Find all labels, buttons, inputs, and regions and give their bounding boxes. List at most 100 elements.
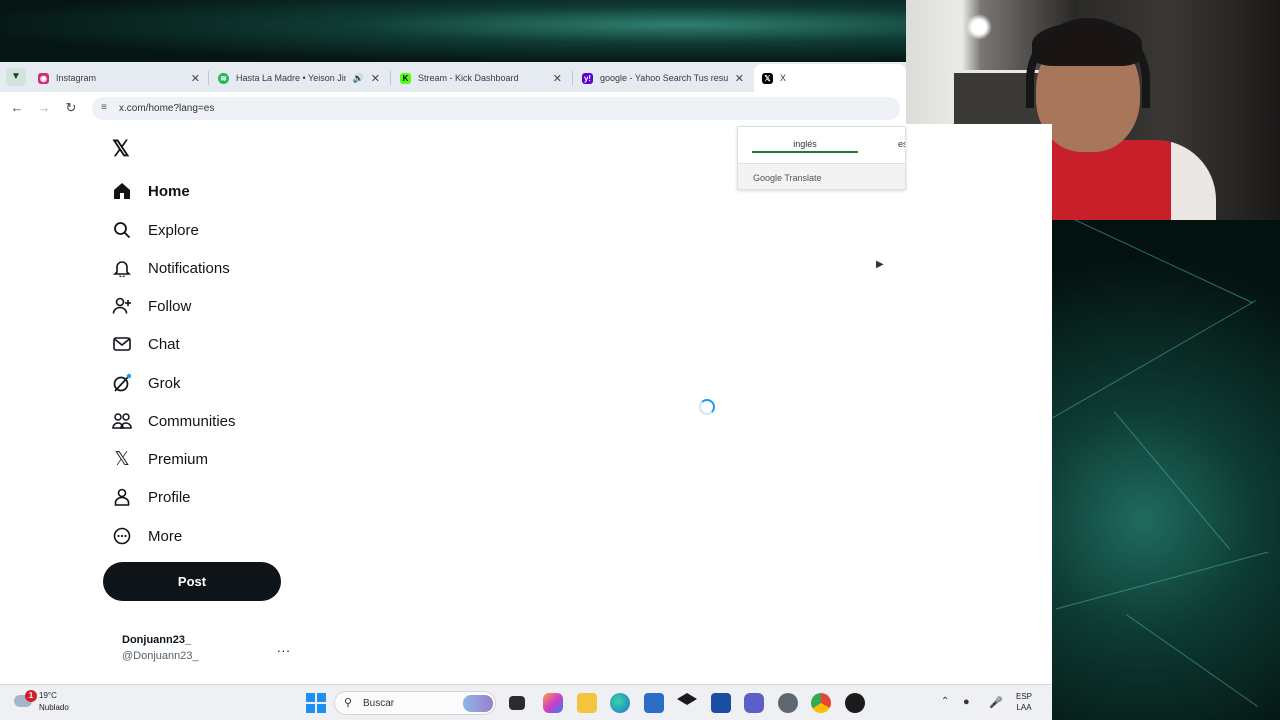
notification-badge: 1: [25, 690, 37, 702]
more-circle-icon: [112, 526, 132, 546]
tab-yahoo[interactable]: y! google - Yahoo Search Tus resultados …: [574, 64, 750, 92]
tab-kick[interactable]: K Stream - Kick Dashboard ✕: [392, 64, 568, 92]
speaker-icon[interactable]: 🔊: [353, 73, 364, 84]
language-indicator[interactable]: ESP LAA: [1016, 691, 1032, 713]
follow-icon: [112, 296, 132, 316]
browser-toolbar: ← → ↻ ≡ x.com/home?lang=es: [0, 92, 906, 124]
tab-label: Stream - Kick Dashboard: [418, 73, 519, 83]
forward-icon[interactable]: →: [36, 100, 52, 116]
bell-icon: [112, 258, 132, 278]
person-icon: [112, 487, 132, 507]
tab-label: X: [780, 73, 787, 83]
task-view-icon[interactable]: [509, 696, 525, 710]
google-translate-popup: inglés es Google Translate: [737, 126, 906, 190]
url-text[interactable]: x.com/home?lang=es: [119, 103, 214, 114]
kick-icon: K: [400, 72, 411, 84]
tab-separator: [572, 71, 573, 85]
nav-label: Profile: [148, 488, 191, 506]
nav-label: Notifications: [148, 259, 230, 277]
loading-spinner: [699, 399, 715, 415]
translate-footer: Google Translate: [738, 163, 905, 189]
search-placeholder: Buscar: [363, 698, 395, 709]
chevron-up-icon[interactable]: ⌃: [941, 696, 949, 707]
nav-profile[interactable]: Profile: [112, 480, 191, 514]
translate-target-tab[interactable]: es: [898, 139, 905, 149]
translate-brand: Google Translate: [753, 173, 822, 183]
nav-label: Premium: [148, 450, 209, 468]
weather-condition: Nublado: [39, 703, 69, 712]
taskbar-search[interactable]: ⚲ Buscar: [334, 691, 496, 715]
settings-gear-icon[interactable]: [778, 693, 798, 713]
nav-communities[interactable]: Communities: [112, 404, 236, 438]
back-icon[interactable]: ←: [9, 100, 25, 116]
nav-more[interactable]: More: [112, 519, 182, 553]
search-icon: [112, 220, 132, 240]
nav-label: More: [148, 527, 183, 545]
nav-label: Home: [148, 182, 190, 200]
store-icon[interactable]: [644, 693, 664, 713]
account-name: Donjuann23_: [122, 634, 192, 646]
tab-label: Hasta La Madre • Yeison Jiménez: [236, 73, 346, 83]
obs-icon[interactable]: [845, 693, 865, 713]
windows-taskbar: 1 19°C Nublado ⚲ Buscar ⌃ ● 🎤 ESP LAA: [0, 684, 1052, 720]
close-tab-icon[interactable]: ✕: [735, 72, 744, 85]
tab-instagram[interactable]: ◉ Instagram ✕: [30, 64, 206, 92]
account-switcher[interactable]: Donjuann23_ @Donjuann23_: [122, 634, 199, 662]
account-handle: @Donjuann23_: [122, 650, 199, 662]
tab-search-button[interactable]: ▼: [6, 68, 26, 86]
x-premium-icon: 𝕏: [114, 448, 130, 470]
language-code: ESP: [1016, 692, 1033, 701]
x-logo-icon[interactable]: 𝕏: [112, 138, 134, 160]
nav-notifications[interactable]: Notifications: [112, 251, 230, 285]
file-explorer-icon[interactable]: [577, 693, 597, 713]
site-info-icon[interactable]: ≡: [101, 102, 107, 113]
chrome-icon[interactable]: [811, 693, 831, 713]
post-button[interactable]: Post: [103, 562, 281, 601]
account-more-button[interactable]: ...: [277, 640, 291, 655]
home-icon: [112, 181, 132, 201]
nav-label: Follow: [148, 297, 192, 315]
stream-overlay-panel: [1052, 220, 1280, 720]
grok-icon: [112, 373, 132, 393]
nav-explore[interactable]: Explore: [112, 213, 199, 247]
tab-label: google - Yahoo Search Tus resultados: [600, 73, 728, 83]
app-icon[interactable]: [711, 693, 731, 713]
nav-premium[interactable]: 𝕏 Premium: [112, 442, 208, 476]
mail-icon: [112, 334, 132, 354]
close-tab-icon[interactable]: ✕: [371, 72, 380, 85]
nav-follow[interactable]: Follow: [112, 289, 191, 323]
edge-icon[interactable]: [610, 693, 630, 713]
tab-x[interactable]: 𝕏 X: [754, 64, 906, 92]
microphone-icon[interactable]: 🎤: [989, 696, 1003, 709]
tab-label: Instagram: [56, 73, 97, 83]
tab-strip: ▼ ◉ Instagram ✕ ≋ Hasta La Madre • Yeiso…: [0, 62, 906, 92]
teams-icon[interactable]: [744, 693, 764, 713]
spotify-icon: ≋: [218, 72, 229, 84]
instagram-icon: ◉: [38, 72, 49, 84]
communities-icon: [112, 411, 132, 431]
mouse-cursor-icon: ▶: [876, 259, 884, 270]
nav-chat[interactable]: Chat: [112, 327, 180, 361]
copilot-icon[interactable]: [543, 693, 563, 713]
nav-home[interactable]: Home: [112, 174, 190, 208]
tray-app-icon[interactable]: ●: [963, 696, 970, 708]
dropbox-icon[interactable]: [677, 693, 697, 705]
weather-widget[interactable]: 1 19°C Nublado: [14, 690, 84, 716]
nav-grok[interactable]: Grok: [112, 366, 181, 400]
x-icon: 𝕏: [762, 72, 773, 84]
address-bar[interactable]: ≡ x.com/home?lang=es: [92, 97, 900, 120]
close-tab-icon[interactable]: ✕: [553, 72, 562, 85]
keyboard-layout: LAA: [1016, 703, 1032, 712]
x-home-page: 𝕏 Home Explore Notifications Follow Chat: [0, 124, 1052, 684]
translate-source-tab[interactable]: inglés: [752, 139, 858, 149]
weather-temp: 19°C: [39, 691, 57, 700]
reload-icon[interactable]: ↻: [63, 100, 79, 116]
close-tab-icon[interactable]: ✕: [191, 72, 200, 85]
tab-separator: [208, 71, 209, 85]
windows-start-icon[interactable]: [306, 693, 326, 713]
nav-label: Communities: [148, 412, 236, 430]
tab-separator: [390, 71, 391, 85]
tab-spotify[interactable]: ≋ Hasta La Madre • Yeison Jiménez 🔊 ✕: [210, 64, 386, 92]
browser-window: ▼ ◉ Instagram ✕ ≋ Hasta La Madre • Yeiso…: [0, 62, 906, 124]
stream-overlay-banner: [0, 0, 906, 62]
